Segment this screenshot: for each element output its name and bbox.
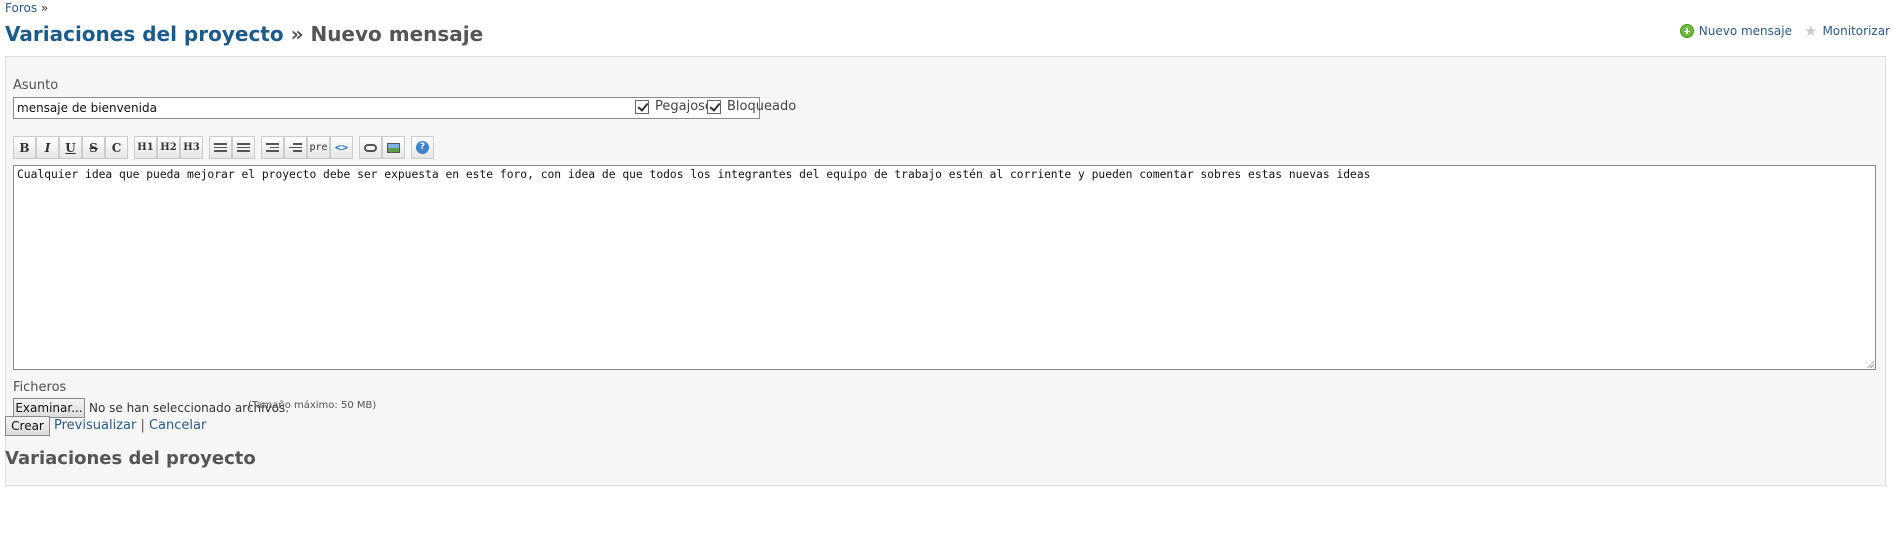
breadcrumb-forums-link[interactable]: Foros [5,1,37,15]
bold-button[interactable]: B [13,136,36,159]
ordered-list-icon [237,143,250,152]
italic-button[interactable]: I [36,136,59,159]
link-icon [364,143,377,152]
underline-button[interactable]: U [59,136,82,159]
contextual-actions: Nuevo mensaje ★ Monitorizar [1679,22,1890,40]
preformatted-icon: pre [309,142,328,153]
italic-icon: I [44,140,51,155]
strikethrough-button[interactable]: S [82,136,105,159]
title-separator: » [290,22,304,46]
new-message-link[interactable]: Nuevo mensaje [1679,24,1792,38]
preview-link[interactable]: Previsualizar [54,418,136,433]
breadcrumb: Foros » [5,1,48,15]
files-label: Ficheros [13,380,67,395]
project-link[interactable]: Variaciones del proyecto [5,22,284,46]
star-icon: ★ [1804,22,1818,40]
message-form-box: Asunto Pegajoso Bloqueado B I U S C H1 H… [5,56,1886,486]
watch-label: Monitorizar [1822,24,1890,38]
add-icon [1679,24,1694,38]
help-icon: ? [416,141,429,154]
bold-icon: B [19,140,30,155]
form-actions: Previsualizar | Cancelar [54,418,206,433]
watch-link[interactable]: ★ Monitorizar [1804,22,1890,40]
heading2-button[interactable]: H2 [157,136,180,159]
actions-separator: | [140,418,145,433]
image-button[interactable] [382,136,405,159]
blockquote-button[interactable] [261,136,284,159]
inline-code-icon: C [111,140,122,155]
breadcrumb-separator: » [40,1,49,15]
inline-code-button[interactable]: C [105,136,128,159]
help-button[interactable]: ? [411,136,434,159]
heading1-icon: H1 [137,142,154,153]
sticky-label: Pegajoso [655,99,713,114]
ordered-list-button[interactable] [232,136,255,159]
locked-checkbox[interactable] [707,99,721,114]
sticky-checkbox[interactable] [635,99,649,114]
indent-icon [266,143,279,152]
subject-label: Asunto [13,78,59,93]
create-button[interactable]: Crear [5,416,50,436]
outdent-icon [289,143,302,152]
new-message-label: Nuevo mensaje [1698,24,1792,38]
max-size-text: (Tamaño máximo: 50 MB) [248,400,377,411]
bottom-project-title: Variaciones del proyecto [5,448,256,469]
heading3-button[interactable]: H3 [180,136,203,159]
heading3-icon: H3 [183,142,200,153]
locked-label: Bloqueado [727,99,797,114]
unquote-button[interactable] [284,136,307,159]
strikethrough-icon: S [89,140,98,155]
unordered-list-button[interactable] [209,136,232,159]
image-icon [387,142,400,153]
message-body-textarea[interactable]: Cualquier idea que pueda mejorar el proy… [13,165,1876,370]
page-title: Variaciones del proyecto » Nuevo mensaje [5,22,483,46]
code-highlight-button[interactable]: <> [330,136,353,159]
unordered-list-icon [214,143,227,152]
browse-button[interactable]: Examinar... [13,398,85,418]
heading2-icon: H2 [160,142,177,153]
sticky-option[interactable]: Pegajoso [635,99,713,114]
message-body-text: Cualquier idea que pueda mejorar el proy… [17,168,1371,181]
resize-handle-icon[interactable] [1866,360,1874,368]
locked-option[interactable]: Bloqueado [707,99,796,114]
title-page: Nuevo mensaje [310,22,484,46]
cancel-link[interactable]: Cancelar [149,418,206,433]
underline-icon: U [65,140,76,155]
code-icon: <> [334,141,349,154]
preformatted-button[interactable]: pre [307,136,330,159]
heading1-button[interactable]: H1 [134,136,157,159]
wiki-link-button[interactable] [359,136,382,159]
